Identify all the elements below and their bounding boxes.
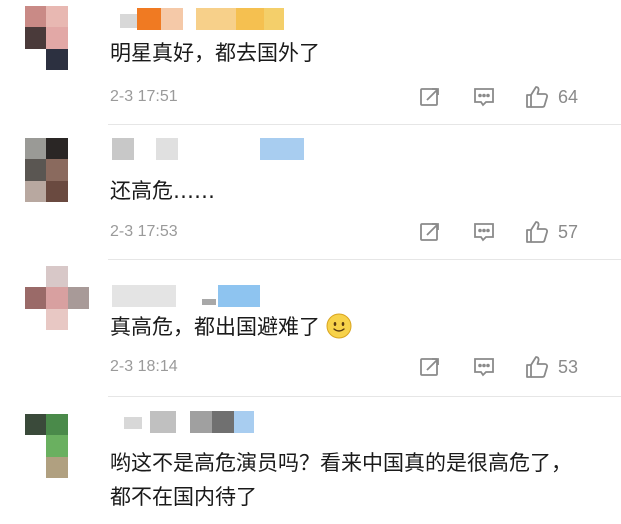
repost-icon [420,88,439,106]
thumbs-up-icon [526,356,549,378]
comment-text: 哟这不是高危演员吗？看来中国真的是很高危了，都不在国内待了 [110,451,572,509]
timestamp: 2-3 17:53 [110,223,178,240]
avatar-pixel [25,159,47,181]
name-block [112,285,176,307]
avatar-pixel [46,27,68,49]
comment-text: 明星真好，都去国外了 [110,41,320,65]
reply-button[interactable] [472,354,496,380]
comment-meta: 2-3 17:51 64 [110,84,591,110]
name-block [124,417,142,429]
comment-meta: 2-3 18:14 53 [110,354,591,380]
avatar-pixel [67,6,89,28]
name-block [156,138,178,160]
name-block [264,8,284,30]
repost-icon [420,358,439,376]
avatar[interactable] [25,414,89,478]
avatar-pixel [67,138,89,160]
name-block [202,299,216,305]
name-block [218,285,260,307]
timestamp: 2-3 18:14 [110,358,178,375]
comment-text: 还高危…… [110,179,215,203]
comment-icon [474,358,494,377]
name-block [234,411,254,433]
comment-meta: 2-3 17:53 57 [110,219,591,245]
comment-icon [474,88,494,107]
avatar-pixel [46,138,68,160]
repost-button[interactable] [418,219,442,245]
thumbs-up-icon [526,221,549,243]
avatar-pixel [46,266,68,288]
avatar-pixel [46,456,68,478]
thumbs-up-icon [526,86,549,108]
username-blurred[interactable] [110,411,310,433]
avatar-pixel [25,308,47,330]
avatar[interactable] [25,266,89,330]
avatar-pixel [46,414,68,436]
name-block [161,8,183,30]
comment-text-content: 真高危，都出国避难了 [110,315,320,339]
timestamp: 2-3 17:51 [110,88,178,105]
avatar-pixel [46,159,68,181]
avatar-pixel [67,456,89,478]
username-blurred[interactable] [110,138,310,160]
avatar-pixel [67,308,89,330]
avatar-pixel [67,27,89,49]
avatar-pixel [25,435,47,457]
username-blurred[interactable] [110,285,310,307]
divider [108,124,621,125]
name-block [196,8,236,30]
avatar-pixel [46,287,68,309]
name-block [236,8,264,30]
name-block [212,411,234,433]
avatar-pixel [46,48,68,70]
divider [108,396,621,397]
avatar-pixel [25,6,47,28]
repost-icon [420,223,439,241]
avatar-pixel [46,435,68,457]
name-block [190,411,212,433]
avatar-pixel [25,456,47,478]
avatar-pixel [67,435,89,457]
smile-emoji-icon [326,313,352,339]
divider [108,259,621,260]
repost-button[interactable] [418,354,442,380]
like-button[interactable]: 53 [524,354,578,380]
like-count: 53 [558,356,579,377]
like-button[interactable]: 64 [524,84,578,110]
avatar-pixel [25,287,47,309]
name-block [150,411,176,433]
avatar-pixel [67,266,89,288]
avatar-pixel [46,180,68,202]
avatar-pixel [67,180,89,202]
repost-button[interactable] [418,84,442,110]
avatar-pixel [25,48,47,70]
avatar-pixel [46,6,68,28]
reply-button[interactable] [472,84,496,110]
reply-button[interactable] [472,219,496,245]
avatar-pixel [25,27,47,49]
username-blurred[interactable] [110,8,300,30]
avatar-pixel [67,414,89,436]
avatar-pixel [25,266,47,288]
like-count: 57 [558,221,579,242]
avatar-pixel [67,159,89,181]
avatar-pixel [67,287,89,309]
avatar[interactable] [25,6,89,70]
avatar-pixel [67,48,89,70]
name-block [137,8,161,30]
avatar-pixel [46,308,68,330]
like-button[interactable]: 57 [524,219,578,245]
like-count: 64 [558,86,579,107]
avatar-pixel [25,138,47,160]
avatar-pixel [25,414,47,436]
name-block [260,138,304,160]
avatar-pixel [25,180,47,202]
name-block [112,138,134,160]
comment-icon [474,223,494,242]
comment-text: 真高危，都出国避难了 [110,310,352,344]
avatar[interactable] [25,138,89,202]
